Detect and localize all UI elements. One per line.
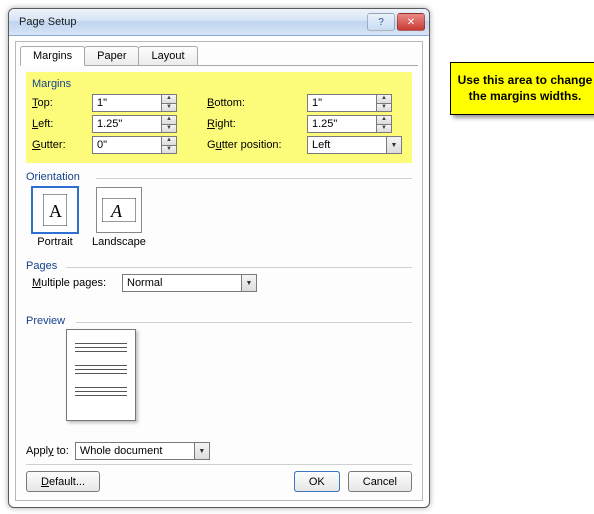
orientation-section: Orientation A Portrait A Landscape (26, 169, 412, 254)
preview-label: Preview (26, 315, 412, 327)
tab-margins[interactable]: Margins (20, 46, 85, 66)
gutter-label: Gutter: (32, 139, 92, 151)
chevron-down-icon[interactable]: ▼ (194, 442, 210, 460)
top-spinner[interactable]: ▲▼ (92, 94, 177, 112)
portrait-icon: A (32, 187, 78, 233)
orientation-label: Orientation (26, 171, 412, 183)
dialog-body: Margins Paper Layout Margins Top: ▲▼ Bot… (15, 41, 423, 501)
gutter-input[interactable] (92, 136, 162, 154)
apply-to-label: Apply to: (26, 445, 69, 457)
spin-up-icon[interactable]: ▲ (161, 136, 177, 145)
multiple-pages-value: Normal (122, 274, 242, 292)
spin-up-icon[interactable]: ▲ (161, 115, 177, 124)
preview-page-icon (66, 329, 136, 421)
preview-section: Preview (26, 313, 412, 421)
titlebar: Page Setup ? ✕ (9, 9, 429, 36)
chevron-down-icon[interactable]: ▼ (386, 136, 402, 154)
close-button[interactable]: ✕ (397, 13, 425, 31)
left-input[interactable] (92, 115, 162, 133)
pages-section: Pages Multiple pages: Normal ▼ (26, 258, 412, 295)
right-label: Right: (207, 118, 307, 130)
svg-text:A: A (110, 201, 123, 221)
gutter-spinner[interactable]: ▲▼ (92, 136, 177, 154)
multiple-pages-select[interactable]: Normal ▼ (122, 274, 257, 292)
chevron-down-icon[interactable]: ▼ (241, 274, 257, 292)
gutter-pos-label: Gutter position: (207, 139, 307, 151)
bottom-spinner[interactable]: ▲▼ (307, 94, 392, 112)
default-button[interactable]: Default... (26, 471, 100, 492)
top-input[interactable] (92, 94, 162, 112)
window-title: Page Setup (19, 16, 365, 28)
spin-down-icon[interactable]: ▼ (376, 124, 392, 134)
apply-to-value: Whole document (75, 442, 195, 460)
right-spinner[interactable]: ▲▼ (307, 115, 392, 133)
left-spinner[interactable]: ▲▼ (92, 115, 177, 133)
gutter-pos-value: Left (307, 136, 387, 154)
spin-up-icon[interactable]: ▲ (376, 94, 392, 103)
tab-layout[interactable]: Layout (138, 46, 197, 65)
spin-up-icon[interactable]: ▲ (161, 94, 177, 103)
pages-label: Pages (26, 260, 412, 272)
spin-down-icon[interactable]: ▼ (161, 145, 177, 155)
landscape-label: Landscape (92, 236, 146, 248)
right-input[interactable] (307, 115, 377, 133)
annotation-note: Use this area to change the margins widt… (450, 62, 594, 115)
annotation-text: Use this area to change the margins widt… (458, 73, 593, 103)
bottom-label: Bottom: (207, 97, 307, 109)
spin-down-icon[interactable]: ▼ (161, 103, 177, 113)
orientation-landscape[interactable]: A Landscape (92, 187, 146, 248)
cancel-button[interactable]: Cancel (348, 471, 412, 492)
svg-text:A: A (49, 201, 62, 221)
page-setup-dialog: Page Setup ? ✕ Margins Paper Layout Marg… (8, 8, 430, 508)
landscape-icon: A (96, 187, 142, 233)
orientation-portrait[interactable]: A Portrait (32, 187, 78, 248)
spin-down-icon[interactable]: ▼ (161, 124, 177, 134)
spin-down-icon[interactable]: ▼ (376, 103, 392, 113)
margins-label: Margins (32, 78, 406, 90)
help-button[interactable]: ? (367, 13, 395, 31)
tab-paper[interactable]: Paper (84, 46, 139, 65)
spin-up-icon[interactable]: ▲ (376, 115, 392, 124)
tab-strip: Margins Paper Layout (16, 42, 422, 65)
top-label: Top: (32, 97, 92, 109)
bottom-input[interactable] (307, 94, 377, 112)
apply-to-row: Apply to: Whole document ▼ (26, 442, 412, 460)
margins-section: Margins Top: ▲▼ Bottom: ▲▼ Left: (26, 72, 412, 163)
gutter-pos-select[interactable]: Left ▼ (307, 136, 402, 154)
multiple-pages-label: Multiple pages: (32, 277, 122, 289)
button-bar: Default... OK Cancel (26, 464, 412, 492)
portrait-label: Portrait (37, 236, 72, 248)
ok-button[interactable]: OK (294, 471, 340, 492)
tab-panel-margins: Margins Top: ▲▼ Bottom: ▲▼ Left: (20, 65, 418, 421)
left-label: Left: (32, 118, 92, 130)
apply-to-select[interactable]: Whole document ▼ (75, 442, 210, 460)
